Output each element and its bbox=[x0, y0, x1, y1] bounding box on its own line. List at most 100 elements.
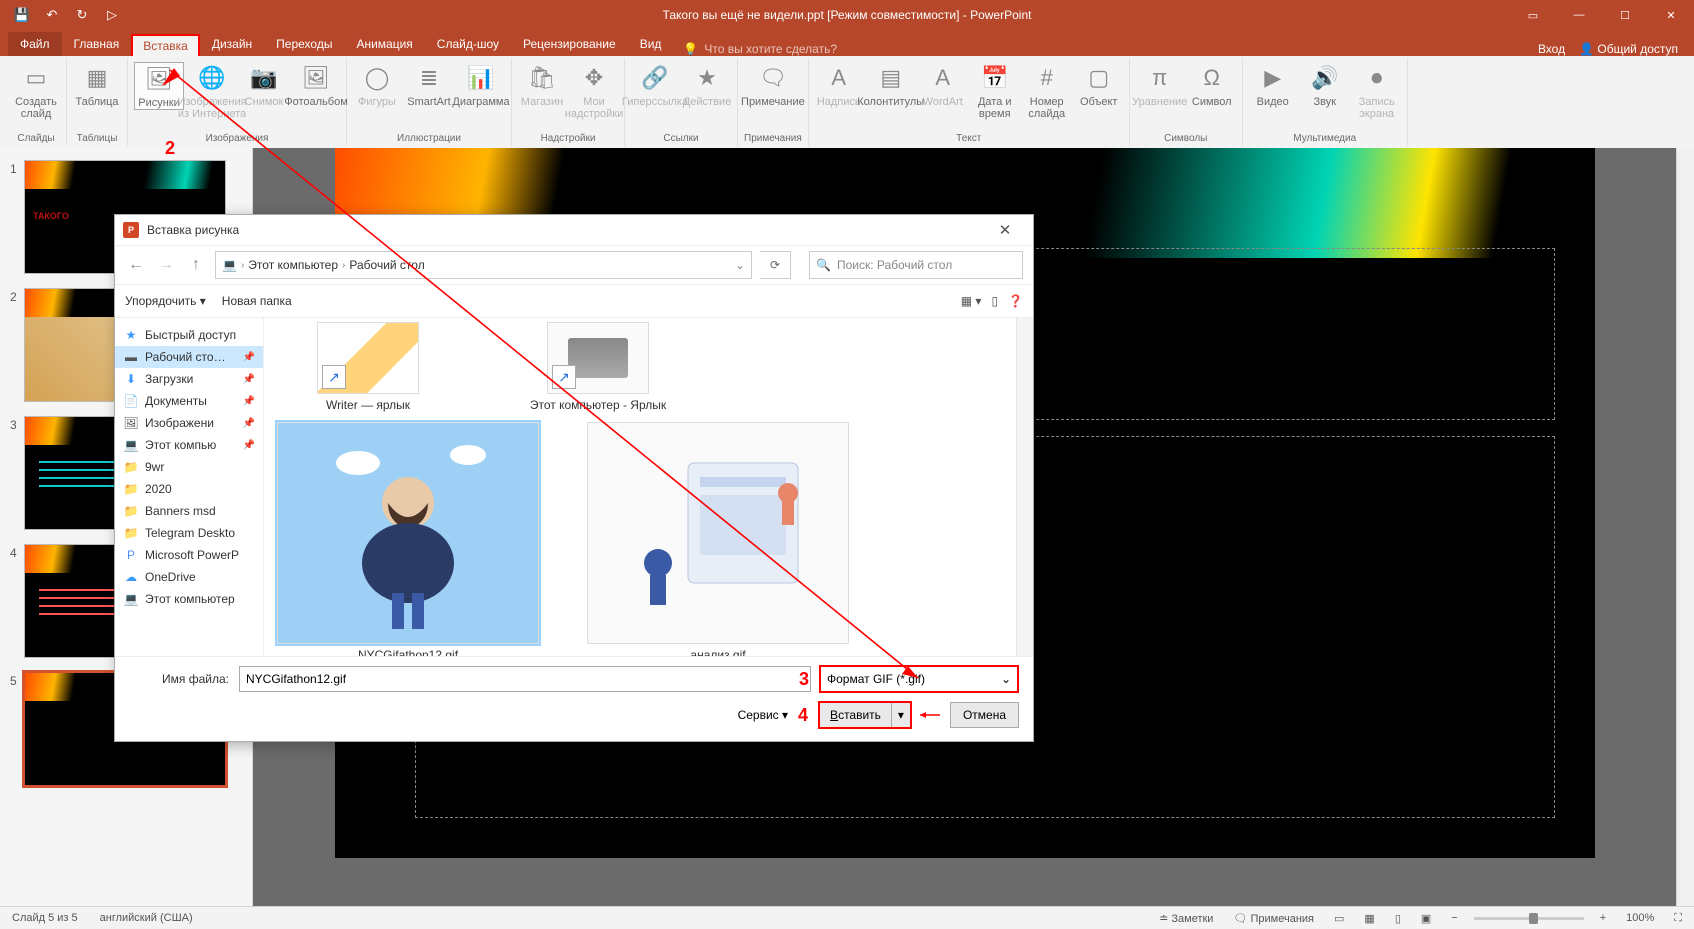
ribbon-button[interactable]: 🌐Изображения из Интернета bbox=[188, 62, 236, 120]
redo-icon[interactable]: ↻ bbox=[68, 1, 96, 29]
ribbon-button[interactable]: ▢Объект bbox=[1075, 62, 1123, 108]
ribbon-button[interactable]: ★Действие bbox=[683, 62, 731, 108]
shortcut-icon: ↗ bbox=[552, 365, 576, 389]
tab-slideshow[interactable]: Слайд-шоу bbox=[425, 32, 511, 56]
tell-me-search[interactable]: 💡 Что вы хотите сделать? bbox=[683, 42, 837, 56]
file-item[interactable]: NYCGifathon12.gif bbox=[278, 422, 538, 656]
sign-in-link[interactable]: Вход bbox=[1538, 42, 1565, 56]
maximize-icon[interactable]: ☐ bbox=[1602, 0, 1648, 30]
ribbon-button[interactable]: 🛍Магазин bbox=[518, 62, 566, 108]
ribbon-button[interactable]: AНадпись bbox=[815, 62, 863, 108]
reading-view-icon[interactable]: ▯ bbox=[1391, 912, 1405, 925]
zoom-out-icon[interactable]: − bbox=[1447, 912, 1461, 924]
dialog-search-input[interactable]: 🔍 Поиск: Рабочий стол bbox=[809, 251, 1023, 279]
file-list[interactable]: ↗Writer — ярлык ↗Этот компьютер - Ярлык N… bbox=[264, 318, 1016, 656]
ribbon-button[interactable]: 🖼Фотоальбом bbox=[292, 62, 340, 108]
sidebar-item[interactable]: 📁Banners msd bbox=[115, 500, 263, 522]
sidebar-item[interactable]: 💻Этот компью📌 bbox=[115, 434, 263, 456]
zoom-level[interactable]: 100% bbox=[1622, 912, 1658, 924]
ribbon-button[interactable]: ▶Видео bbox=[1249, 62, 1297, 108]
sidebar-item[interactable]: 📄Документы📌 bbox=[115, 390, 263, 412]
tab-view[interactable]: Вид bbox=[628, 32, 674, 56]
ribbon-display-icon[interactable]: ▭ bbox=[1510, 0, 1556, 30]
nav-back-icon[interactable]: ← bbox=[125, 256, 147, 274]
dialog-close-icon[interactable]: ✕ bbox=[985, 221, 1025, 239]
ribbon-button[interactable]: ◯Фигуры bbox=[353, 62, 401, 108]
slide-counter[interactable]: Слайд 5 из 5 bbox=[8, 912, 82, 924]
tab-review[interactable]: Рецензирование bbox=[511, 32, 628, 56]
tab-design[interactable]: Дизайн bbox=[200, 32, 264, 56]
ribbon-button[interactable]: ΩСимвол bbox=[1188, 62, 1236, 108]
zoom-in-icon[interactable]: + bbox=[1596, 912, 1610, 924]
ribbon-button[interactable]: 🗨Примечание bbox=[749, 62, 797, 108]
tab-insert[interactable]: Вставка bbox=[131, 34, 200, 56]
sidebar-item[interactable]: 📁Telegram Deskto bbox=[115, 522, 263, 544]
breadcrumb[interactable]: 💻 › Этот компьютер › Рабочий стол ⌄ bbox=[215, 251, 752, 279]
dialog-scrollbar[interactable] bbox=[1016, 318, 1033, 656]
undo-icon[interactable]: ↶ bbox=[38, 1, 66, 29]
ribbon-button[interactable]: πУравнение bbox=[1136, 62, 1184, 108]
sorter-view-icon[interactable]: ▦ bbox=[1360, 912, 1378, 925]
sidebar-item[interactable]: 💻Этот компьютер bbox=[115, 588, 263, 610]
ribbon-tabs: Файл Главная Вставка Дизайн Переходы Ани… bbox=[0, 30, 1694, 56]
sidebar-item[interactable]: 🖼Изображени📌 bbox=[115, 412, 263, 434]
ribbon-button[interactable]: 🔗Гиперссылка bbox=[631, 62, 679, 108]
slideshow-view-icon[interactable]: ▣ bbox=[1417, 912, 1435, 925]
sidebar-item[interactable]: 📁9wr bbox=[115, 456, 263, 478]
vertical-scrollbar[interactable] bbox=[1676, 148, 1694, 907]
comments-button[interactable]: 🗨 Примечания bbox=[1229, 912, 1318, 925]
refresh-icon[interactable]: ⟳ bbox=[760, 251, 791, 279]
minimize-icon[interactable]: — bbox=[1556, 0, 1602, 30]
ribbon-button[interactable]: 📅Дата и время bbox=[971, 62, 1019, 120]
ribbon-button[interactable]: 📷Снимок bbox=[240, 62, 288, 108]
normal-view-icon[interactable]: ▭ bbox=[1330, 912, 1348, 925]
ribbon-button[interactable]: ▭Создать слайд bbox=[12, 62, 60, 120]
status-bar: Слайд 5 из 5 английский (США) ≐ Заметки … bbox=[0, 906, 1694, 929]
filetype-select[interactable]: Формат GIF (*.gif) ⌄ bbox=[819, 665, 1019, 693]
filename-input[interactable] bbox=[239, 666, 811, 692]
close-icon[interactable]: ✕ bbox=[1648, 0, 1694, 30]
tools-menu[interactable]: Сервис ▾ bbox=[738, 708, 788, 722]
organize-menu[interactable]: Упорядочить ▾ bbox=[125, 294, 206, 308]
insert-dropdown-icon[interactable]: ▾ bbox=[892, 708, 910, 722]
ribbon-button[interactable]: 🔊Звук bbox=[1301, 62, 1349, 108]
ribbon-button[interactable]: ▦Таблица bbox=[73, 62, 121, 108]
save-icon[interactable]: 💾 bbox=[8, 1, 36, 29]
tab-file[interactable]: Файл bbox=[8, 32, 62, 56]
ribbon-button[interactable]: ▤Колонтитулы bbox=[867, 62, 915, 108]
preview-pane-icon[interactable]: ▯ bbox=[991, 294, 998, 308]
ribbon-button[interactable]: ⏺Запись экрана bbox=[1353, 62, 1401, 120]
ribbon-button[interactable]: ≣SmartArt bbox=[405, 62, 453, 108]
start-from-beginning-icon[interactable]: ▷ bbox=[98, 1, 126, 29]
ribbon-button[interactable]: ✥Мои надстройки bbox=[570, 62, 618, 120]
new-folder-button[interactable]: Новая папка bbox=[222, 294, 292, 308]
sidebar-item[interactable]: ⬇Загрузки📌 bbox=[115, 368, 263, 390]
chevron-down-icon[interactable]: ⌄ bbox=[735, 258, 745, 272]
help-icon[interactable]: ❓ bbox=[1008, 294, 1023, 308]
ribbon-button[interactable]: #Номер слайда bbox=[1023, 62, 1071, 120]
language-indicator[interactable]: английский (США) bbox=[96, 912, 197, 924]
nav-forward-icon[interactable]: → bbox=[155, 256, 177, 274]
share-button[interactable]: 👤 Общий доступ bbox=[1579, 42, 1678, 56]
sidebar-item[interactable]: ▬Рабочий сто…📌 bbox=[115, 346, 263, 368]
file-item[interactable]: анализ.gif bbox=[588, 422, 848, 656]
tab-transitions[interactable]: Переходы bbox=[264, 32, 344, 56]
sidebar-item[interactable]: ☁OneDrive bbox=[115, 566, 263, 588]
file-item[interactable]: ↗Writer — ярлык bbox=[278, 322, 458, 412]
ribbon-group: πУравнениеΩСимволСимволы bbox=[1130, 58, 1243, 146]
ribbon-button[interactable]: AWordArt bbox=[919, 62, 967, 108]
sidebar-item[interactable]: PMicrosoft PowerP bbox=[115, 544, 263, 566]
tab-animations[interactable]: Анимация bbox=[344, 32, 424, 56]
view-options-icon[interactable]: ▦ ▾ bbox=[961, 294, 982, 308]
fit-to-window-icon[interactable]: ⛶ bbox=[1670, 912, 1686, 925]
nav-up-icon[interactable]: ↑ bbox=[185, 256, 207, 274]
insert-button[interactable]: Вставить ▾ bbox=[818, 701, 912, 729]
tab-home[interactable]: Главная bbox=[62, 32, 132, 56]
file-item[interactable]: ↗Этот компьютер - Ярлык bbox=[508, 322, 688, 412]
sidebar-item[interactable]: 📁2020 bbox=[115, 478, 263, 500]
sidebar-item[interactable]: ★Быстрый доступ bbox=[115, 324, 263, 346]
cancel-button[interactable]: Отмена bbox=[950, 702, 1019, 728]
notes-button[interactable]: ≐ Заметки bbox=[1155, 912, 1217, 925]
ribbon-button[interactable]: 📊Диаграмма bbox=[457, 62, 505, 108]
zoom-slider[interactable] bbox=[1474, 917, 1584, 920]
